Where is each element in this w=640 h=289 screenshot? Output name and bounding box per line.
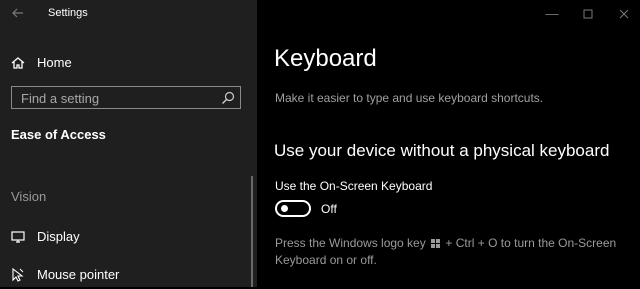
sidebar-home-label: Home: [37, 55, 72, 70]
sidebar-item-display[interactable]: Display: [0, 223, 257, 251]
mouse-pointer-icon: [10, 267, 26, 283]
toggle-state-text: Off: [321, 202, 337, 216]
page-description: Make it easier to type and use keyboard …: [275, 91, 544, 105]
search-icon[interactable]: [220, 90, 236, 106]
back-arrow-icon[interactable]: [10, 5, 26, 21]
on-screen-keyboard-toggle[interactable]: [275, 200, 311, 217]
search-placeholder: Find a setting: [21, 91, 100, 106]
page-title: Keyboard: [274, 45, 377, 72]
window-title: Settings: [48, 7, 88, 19]
group-title-vision: Vision: [11, 189, 47, 204]
hint-text-before: Press the Windows logo key: [275, 236, 426, 250]
search-input[interactable]: Find a setting: [11, 86, 241, 109]
toggle-knob: [281, 205, 288, 212]
home-icon: [10, 55, 26, 71]
windows-logo-icon: [431, 236, 441, 248]
sidebar-scrollbar[interactable]: [251, 176, 253, 287]
sidebar-item-display-label: Display: [37, 229, 80, 244]
section-title-ease-of-access: Ease of Access: [11, 127, 106, 142]
back-arrow-svg: [12, 8, 23, 18]
sidebar-item-mouse-pointer-label: Mouse pointer: [37, 267, 120, 282]
maximize-icon[interactable]: [580, 6, 596, 22]
sidebar-item-mouse-pointer[interactable]: Mouse pointer: [0, 261, 257, 289]
sidebar-item-home[interactable]: Home: [0, 49, 257, 77]
shortcut-hint: Press the Windows logo key + Ctrl + O to…: [275, 235, 635, 269]
section-heading: Use your device without a physical keybo…: [274, 141, 610, 160]
display-icon: [10, 229, 26, 245]
minimize-icon[interactable]: —: [544, 6, 560, 22]
close-icon[interactable]: [616, 6, 632, 22]
on-screen-keyboard-label: Use the On-Screen Keyboard: [275, 179, 433, 193]
sidebar: Settings Home Find a setting Ease of Acc…: [0, 0, 257, 287]
